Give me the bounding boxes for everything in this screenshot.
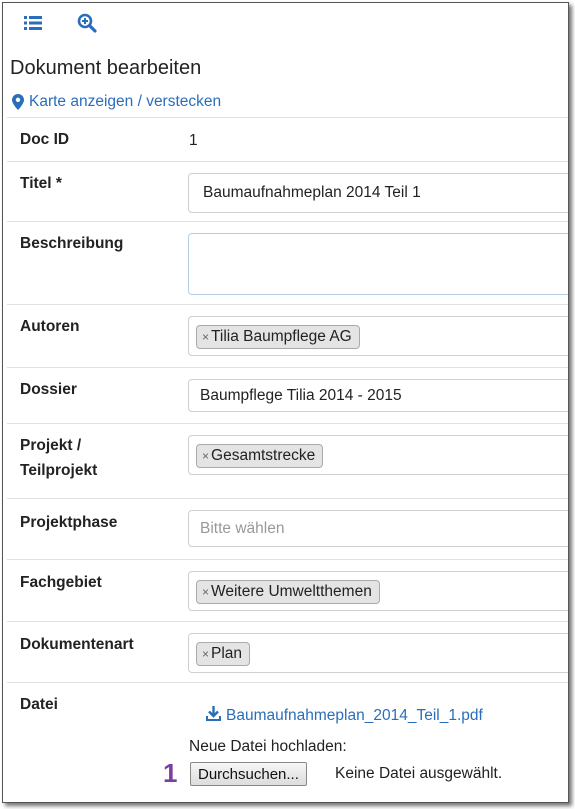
dossier-value: Baumpflege Tilia 2014 - 2015 xyxy=(200,387,402,404)
projekt-tag-label: Gesamtstrecke xyxy=(211,447,316,464)
dokumentenart-multiselect[interactable]: × Plan xyxy=(188,633,568,673)
row-projektphase: Projektphase Bitte wählen xyxy=(7,498,568,559)
tag-remove-icon[interactable]: × xyxy=(202,581,209,603)
download-icon xyxy=(206,705,221,726)
titel-input[interactable]: Baumaufnahmeplan 2014 Teil 1 xyxy=(188,173,568,213)
projektphase-placeholder: Bitte wählen xyxy=(200,520,285,537)
autoren-multiselect[interactable]: × Tilia Baumpflege AG xyxy=(188,316,568,356)
dokumentenart-tag: × Plan xyxy=(196,642,251,666)
dossier-label: Dossier xyxy=(20,381,77,398)
row-doc-id: Doc ID 1 xyxy=(7,117,568,161)
upload-label: Neue Datei hochladen: xyxy=(189,738,347,755)
projektphase-label: Projektphase xyxy=(20,514,118,531)
tag-remove-icon[interactable]: × xyxy=(202,445,209,467)
beschreibung-textarea[interactable] xyxy=(188,233,568,295)
file-download-link[interactable]: Baumaufnahmeplan_2014_Teil_1.pdf xyxy=(206,705,483,726)
projekt-tag: × Gesamtstrecke xyxy=(196,444,324,468)
doc-id-value: 1 xyxy=(189,132,198,149)
autoren-tag: × Tilia Baumpflege AG xyxy=(196,325,360,349)
tag-remove-icon[interactable]: × xyxy=(202,643,209,665)
annotation-marker: 1 xyxy=(163,758,178,788)
doc-id-label: Doc ID xyxy=(20,131,70,148)
browse-button[interactable]: Durchsuchen... xyxy=(190,762,307,786)
zoom-in-icon[interactable] xyxy=(77,13,97,33)
projekt-label-line2: Teilprojekt xyxy=(20,462,98,479)
row-beschreibung: Beschreibung xyxy=(7,221,568,304)
map-toggle-label: Karte anzeigen / verstecken xyxy=(29,93,222,110)
row-projekt: Projekt / Teilprojekt × Gesamtstrecke xyxy=(7,423,568,498)
fachgebiet-tag: × Weitere Umweltthemen xyxy=(196,580,380,604)
row-fachgebiet: Fachgebiet × Weitere Umweltthemen xyxy=(7,559,568,621)
map-marker-icon xyxy=(12,94,24,110)
row-datei: Datei Baumaufnahmeplan_2014_Teil_1.pdf N… xyxy=(7,682,568,801)
document-form: Doc ID 1 Titel * Baumaufnahmeplan 2014 T… xyxy=(7,117,568,801)
beschreibung-label: Beschreibung xyxy=(20,235,124,252)
datei-label: Datei xyxy=(20,696,58,713)
no-file-text: Keine Datei ausgewählt. xyxy=(335,765,503,782)
file-link-label: Baumaufnahmeplan_2014_Teil_1.pdf xyxy=(226,706,483,724)
row-autoren: Autoren × Tilia Baumpflege AG xyxy=(7,304,568,367)
list-icon[interactable] xyxy=(23,13,43,33)
titel-label: Titel * xyxy=(20,175,62,192)
dossier-select[interactable]: Baumpflege Tilia 2014 - 2015 xyxy=(188,379,568,412)
projekt-multiselect[interactable]: × Gesamtstrecke xyxy=(188,435,568,475)
fachgebiet-multiselect[interactable]: × Weitere Umweltthemen xyxy=(188,571,568,611)
fachgebiet-tag-label: Weitere Umweltthemen xyxy=(211,583,372,600)
titel-input-value: Baumaufnahmeplan 2014 Teil 1 xyxy=(203,184,421,201)
autoren-label: Autoren xyxy=(20,318,80,335)
page-title: Dokument bearbeiten xyxy=(10,57,202,79)
edit-document-panel: Dokument bearbeiten Karte anzeigen / ver… xyxy=(2,2,569,803)
tag-remove-icon[interactable]: × xyxy=(202,326,209,348)
projekt-label-line1: Projekt / xyxy=(20,437,82,454)
autoren-tag-label: Tilia Baumpflege AG xyxy=(211,328,352,345)
fachgebiet-label: Fachgebiet xyxy=(20,574,102,591)
dokumentenart-label: Dokumentenart xyxy=(20,636,134,653)
toolbar xyxy=(3,3,568,41)
row-titel: Titel * Baumaufnahmeplan 2014 Teil 1 xyxy=(7,161,568,221)
row-dossier: Dossier Baumpflege Tilia 2014 - 2015 xyxy=(7,367,568,423)
dokumentenart-tag-label: Plan xyxy=(211,645,243,662)
projektphase-select[interactable]: Bitte wählen xyxy=(188,510,568,547)
row-dokumentenart: Dokumentenart × Plan xyxy=(7,621,568,682)
map-toggle-link[interactable]: Karte anzeigen / verstecken xyxy=(12,93,221,111)
